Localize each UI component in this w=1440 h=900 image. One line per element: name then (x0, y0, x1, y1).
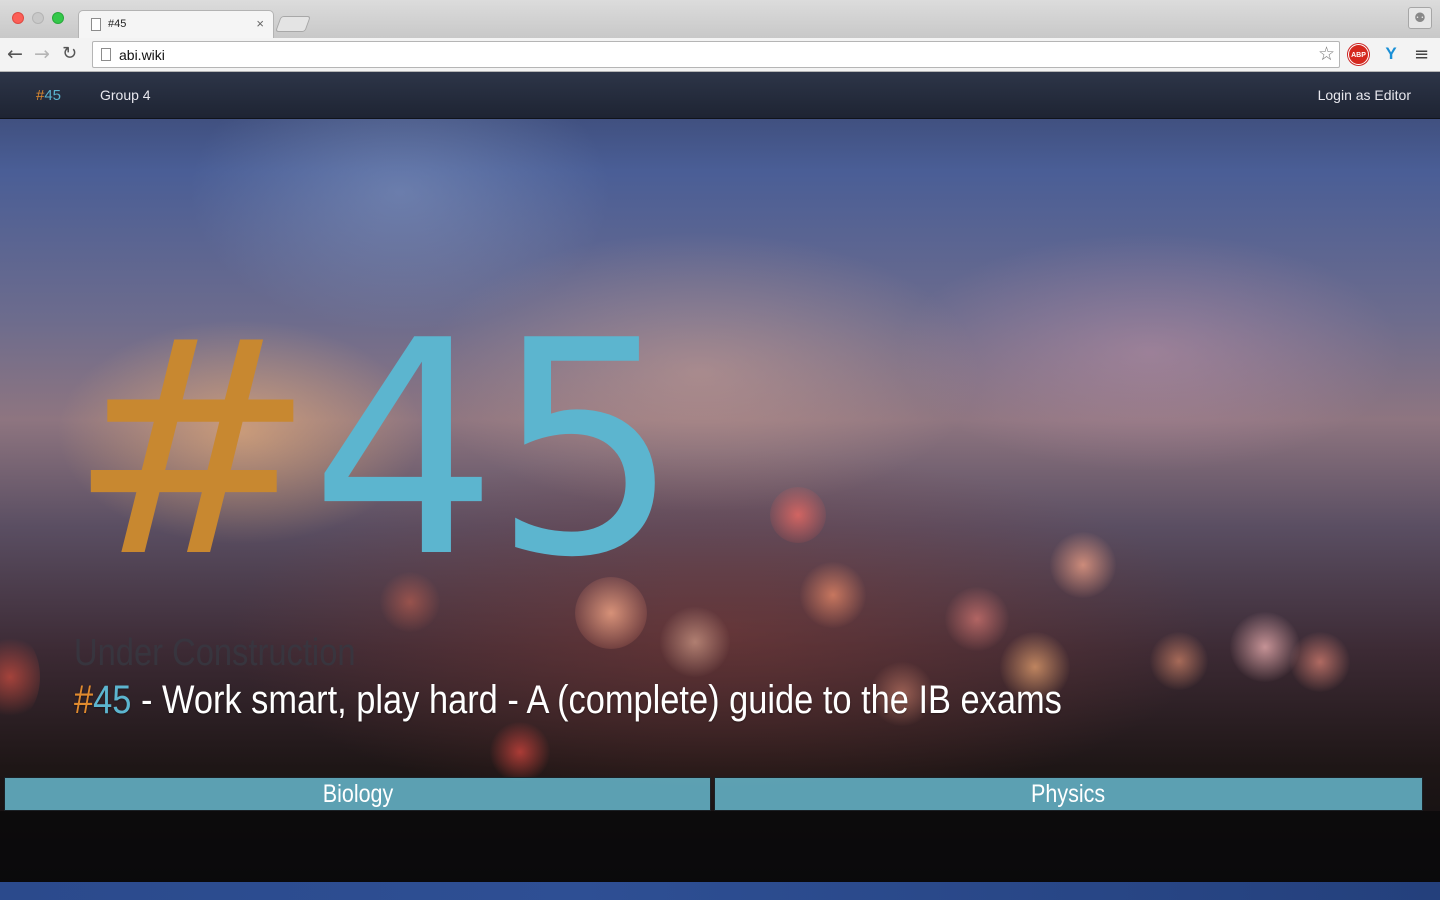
browser-tab[interactable]: #45 × (78, 10, 274, 38)
bokeh-light (945, 587, 1009, 651)
profile-icon[interactable]: ⚉ (1408, 7, 1432, 29)
status-text: Under Construction (74, 632, 356, 674)
page-icon (101, 48, 111, 61)
bokeh-light (490, 722, 550, 782)
content-area (0, 811, 1440, 883)
title-number: 45 (93, 678, 132, 722)
bokeh-light (1290, 632, 1350, 692)
bokeh-light (770, 487, 826, 543)
footer-strip (0, 882, 1440, 900)
bokeh-light (0, 632, 40, 722)
browser-toolbar: ← → ↻ abi.wiki ☆ ABP Y ≡ (0, 38, 1440, 72)
title-hash: # (74, 678, 94, 722)
reload-icon[interactable]: ↻ (62, 42, 77, 66)
forward-arrow-icon[interactable]: → (34, 42, 50, 66)
tab-close-icon[interactable]: × (256, 16, 264, 31)
window-maximize-button[interactable] (52, 12, 64, 24)
bokeh-light (800, 562, 866, 628)
window-minimize-button[interactable] (32, 12, 44, 24)
bokeh-light (1150, 632, 1208, 690)
adblock-extension-icon[interactable]: ABP (1348, 44, 1369, 65)
subject-physics-button[interactable]: Physics (714, 777, 1423, 811)
login-as-editor-link[interactable]: Login as Editor (1318, 87, 1411, 103)
url-text[interactable]: abi.wiki (119, 47, 165, 63)
tab-title: #45 (108, 18, 127, 30)
bokeh-light (1230, 612, 1300, 682)
title-text: - Work smart, play hard - A (complete) g… (131, 678, 1062, 722)
browser-titlebar: #45 × ⚉ (0, 0, 1440, 38)
brand-number: 45 (44, 87, 62, 104)
bookmark-star-icon[interactable]: ☆ (1318, 43, 1335, 65)
subject-label: Biology (322, 780, 393, 808)
window-close-button[interactable] (12, 12, 24, 24)
page-icon (91, 18, 101, 31)
subject-label: Physics (1031, 780, 1106, 808)
hero-num: 45 (310, 277, 681, 622)
extension-y-icon[interactable]: Y (1381, 43, 1401, 65)
page-content: #45 Group 4 Login as Editor #45 Under Co… (0, 72, 1440, 900)
new-tab-button[interactable] (275, 16, 311, 32)
address-bar[interactable]: abi.wiki ☆ (92, 41, 1340, 68)
hero-number: #45 (68, 302, 681, 598)
subject-biology-button[interactable]: Biology (4, 777, 711, 811)
site-navbar: #45 Group 4 Login as Editor (0, 72, 1440, 119)
browser-menu-icon[interactable]: ≡ (1414, 44, 1429, 65)
back-arrow-icon[interactable]: ← (7, 42, 23, 66)
page-title: #45 - Work smart, play hard - A (complet… (74, 678, 1062, 723)
bokeh-light (1050, 532, 1116, 598)
hero-hash: # (68, 277, 316, 622)
brand-link[interactable]: #45 (36, 87, 61, 104)
nav-link-group-4[interactable]: Group 4 (100, 87, 151, 103)
